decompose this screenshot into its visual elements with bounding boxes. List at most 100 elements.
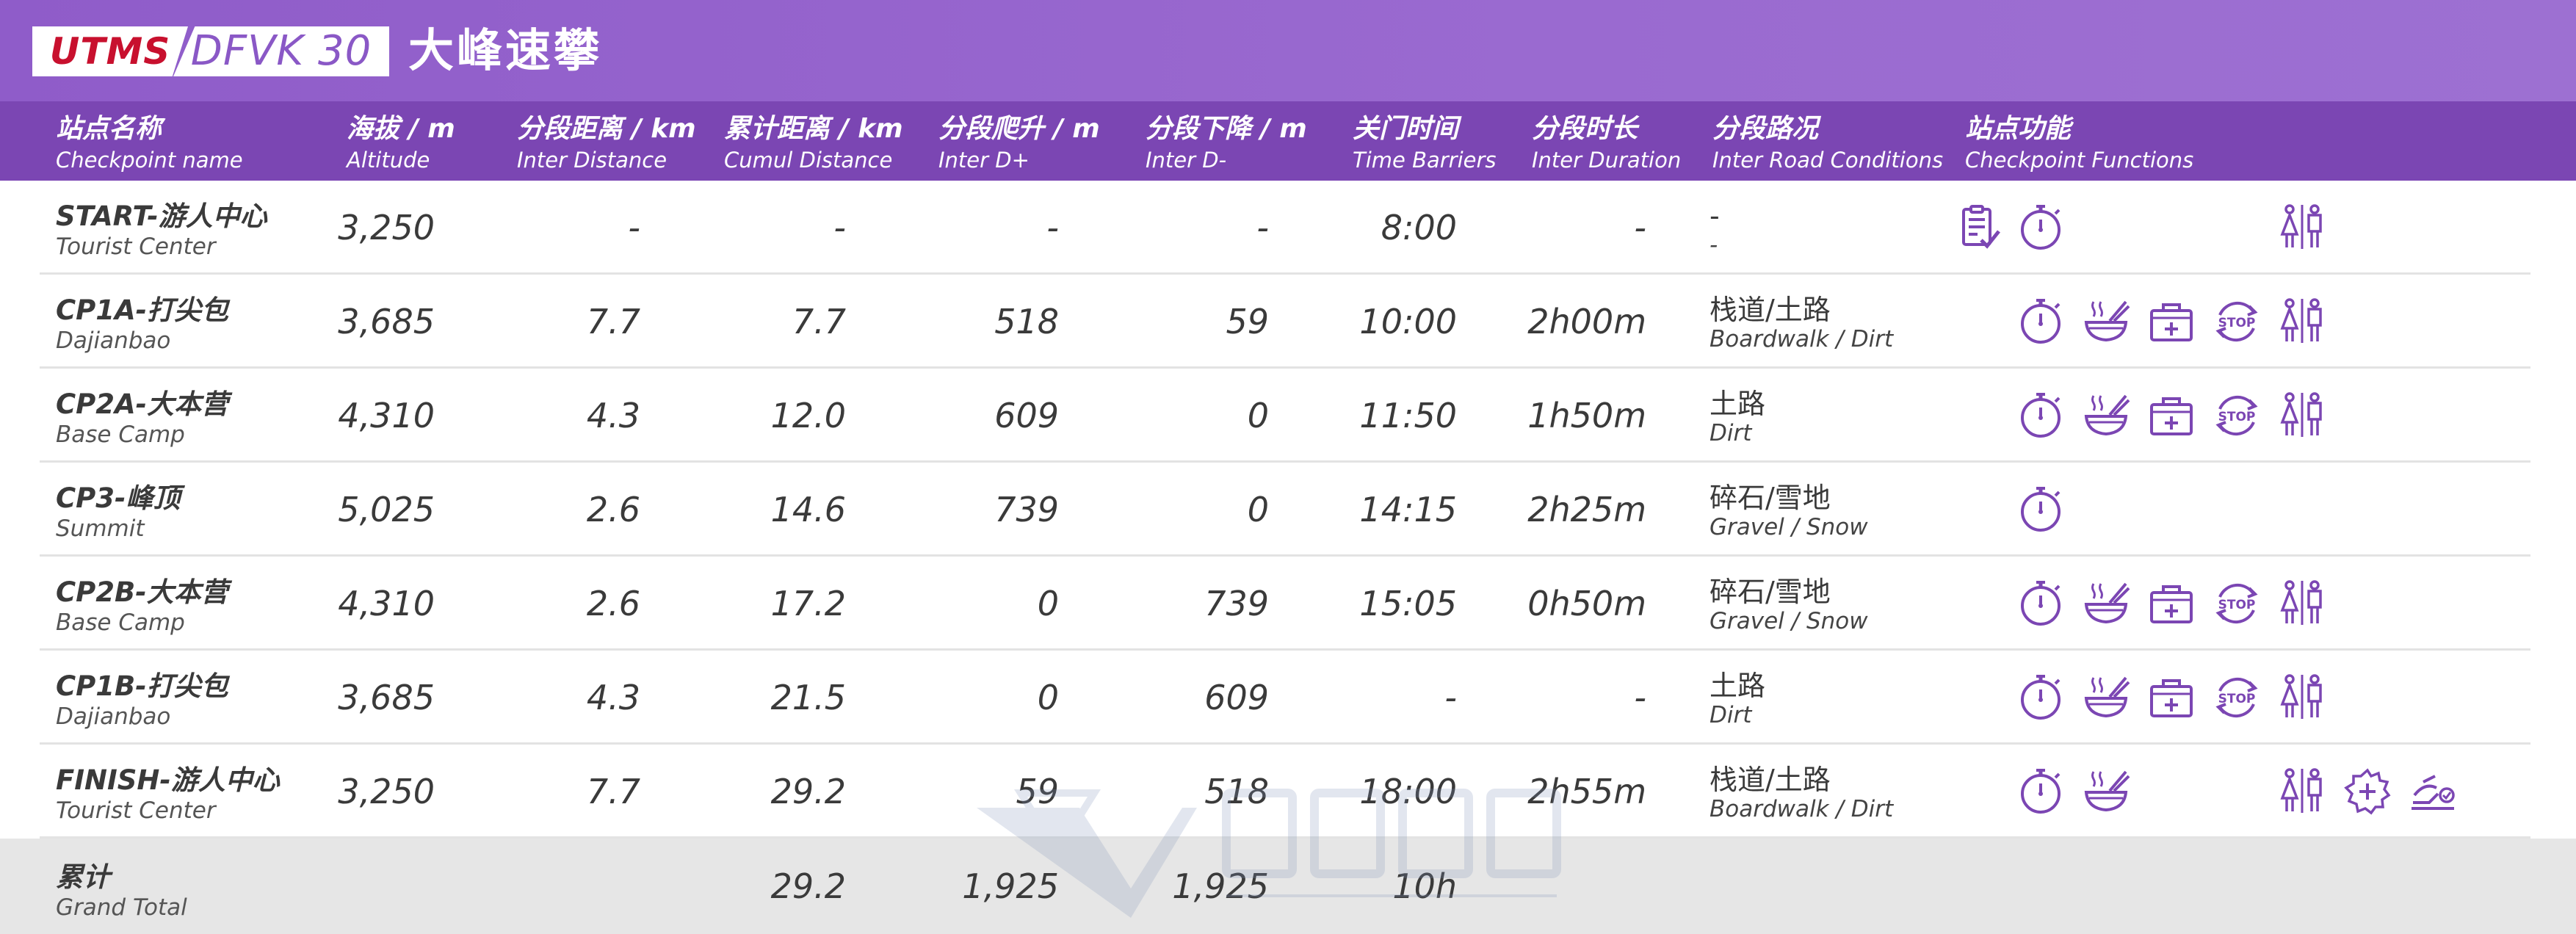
- road-condition-en: Gravel / Snow: [1710, 514, 1868, 540]
- altitude-value: 3,250: [338, 208, 435, 247]
- road-condition-cn: -: [1710, 200, 1720, 232]
- road-condition: 碎石/雪地 Gravel / Snow: [1710, 482, 1868, 540]
- total-time: 10h: [1392, 866, 1457, 906]
- table-row: CP1A-打尖包 Dajianbao 3,685 7.7 7.7 518 59 …: [0, 275, 2576, 369]
- checkpoint-name-cn: CP2B-大本营: [56, 576, 228, 608]
- checkpoint-name-en: Base Camp: [56, 609, 185, 636]
- header-inter-duration: 分段时长 Inter Duration: [1532, 112, 1681, 173]
- checkpoint-name-cn: CP3-峰顶: [56, 482, 181, 514]
- header-label-en: Cumul Distance: [724, 148, 893, 173]
- header-label-cn: 累计距离 / km: [724, 114, 903, 144]
- road-condition-cn: 土路: [1710, 388, 1766, 420]
- header-label-cn: 分段路况: [1712, 114, 1819, 144]
- header-label-en: Inter Distance: [517, 148, 667, 173]
- road-condition-en: Dirt: [1710, 420, 1752, 446]
- road-condition-cn: 土路: [1710, 670, 1766, 702]
- inter-d-minus-value: 59: [1226, 302, 1269, 341]
- stop-icon: STOP: [2211, 390, 2262, 441]
- food-icon: [2080, 672, 2132, 723]
- header-road-conditions: 分段路况 Inter Road Conditions: [1712, 112, 1943, 173]
- header-label-en: Inter Duration: [1532, 148, 1682, 173]
- table-row: CP2B-大本营 Base Camp 4,310 2.6 17.2 0 739 …: [0, 557, 2576, 651]
- inter-duration-value: 2h55m: [1527, 772, 1646, 811]
- finish-icon: [2407, 766, 2459, 817]
- table-row: CP2A-大本营 Base Camp 4,310 4.3 12.0 609 0 …: [0, 369, 2576, 463]
- toilet-icon: [2276, 578, 2328, 629]
- food-icon: [2080, 578, 2132, 629]
- header-checkpoint-name: 站点名称 Checkpoint name: [56, 112, 243, 173]
- header-label-en: Inter Road Conditions: [1712, 148, 1944, 173]
- inter-d-plus-value: 518: [994, 302, 1059, 341]
- grand-total-row: 累计 Grand Total 29.2 1,925 1,925 10h: [0, 839, 2576, 934]
- inter-distance-value: 7.7: [586, 302, 640, 341]
- inter-d-minus-value: 739: [1204, 584, 1269, 623]
- cumul-distance-value: 29.2: [770, 772, 846, 811]
- road-condition: 土路 Dirt: [1710, 388, 1765, 446]
- inter-distance-value: -: [628, 208, 640, 247]
- header-label-en: Time Barriers: [1353, 148, 1497, 173]
- inter-d-plus-value: 59: [1016, 772, 1059, 811]
- checkpoint-name: FINISH-游人中心 Tourist Center: [56, 764, 280, 824]
- svg-text:STOP: STOP: [2218, 316, 2256, 330]
- road-condition-en: Boardwalk / Dirt: [1710, 326, 1894, 352]
- road-condition: 土路 Dirt: [1710, 670, 1765, 728]
- road-condition-en: Gravel / Snow: [1710, 608, 1868, 634]
- stop-icon: STOP: [2211, 672, 2262, 723]
- table-row: START-游人中心 Tourist Center 3,250 - - - - …: [0, 181, 2576, 275]
- altitude-value: 3,685: [338, 678, 435, 717]
- time-barrier-value: 18:00: [1359, 772, 1457, 811]
- header-label-en: Altitude: [347, 148, 430, 173]
- checkpoint-name-cn: START-游人中心: [56, 200, 267, 232]
- road-condition-cn: 栈道/土路: [1710, 764, 1831, 796]
- checkpoint-name: CP2B-大本营 Base Camp: [56, 576, 228, 636]
- svg-text:STOP: STOP: [2218, 598, 2256, 612]
- timing-icon: [2015, 390, 2066, 441]
- header-inter-d-minus: 分段下降 / m Inter D-: [1146, 112, 1307, 173]
- total-d-plus: 1,925: [962, 866, 1059, 906]
- header-inter-d-plus: 分段爬升 / m Inter D+: [938, 112, 1100, 173]
- timing-icon: [2015, 672, 2066, 723]
- inter-d-plus-value: 0: [1037, 678, 1059, 717]
- cumul-distance-value: 12.0: [770, 396, 846, 435]
- inter-d-plus-value: 609: [994, 396, 1059, 435]
- altitude-value: 5,025: [338, 490, 435, 529]
- road-condition: - -: [1710, 200, 1720, 258]
- total-d-minus: 1,925: [1172, 866, 1269, 906]
- inter-duration-value: -: [1634, 678, 1646, 717]
- inter-d-minus-value: -: [1256, 208, 1269, 247]
- cumul-distance-value: 7.7: [792, 302, 846, 341]
- stop-icon: STOP: [2211, 296, 2262, 347]
- header-label-cn: 关门时间: [1353, 114, 1459, 144]
- altitude-value: 3,685: [338, 302, 435, 341]
- utms-logo: UTMS: [32, 26, 188, 76]
- grand-total-label-cn: 累计: [56, 861, 110, 893]
- race-title: 大峰速攀: [408, 23, 603, 77]
- checklist-icon: [1953, 202, 2005, 253]
- inter-distance-value: 4.3: [586, 678, 640, 717]
- header-label-cn: 海拔 / m: [347, 114, 455, 144]
- header-label-cn: 分段下降 / m: [1146, 114, 1307, 144]
- inter-distance-value: 2.6: [586, 584, 640, 623]
- road-condition: 碎石/雪地 Gravel / Snow: [1710, 576, 1868, 634]
- inter-duration-value: 1h50m: [1527, 396, 1646, 435]
- table-row: CP3-峰顶 Summit 5,025 2.6 14.6 739 0 14:15…: [0, 463, 2576, 557]
- timing-icon: [2015, 578, 2066, 629]
- inter-duration-value: 2h00m: [1527, 302, 1646, 341]
- checkpoint-name-en: Base Camp: [56, 421, 185, 448]
- time-barrier-value: 14:15: [1359, 490, 1457, 529]
- toilet-icon: [2276, 672, 2328, 723]
- medical-icon: [2146, 296, 2197, 347]
- inter-distance-value: 2.6: [586, 490, 640, 529]
- header-label-en: Checkpoint name: [56, 148, 243, 173]
- inter-duration-value: 0h50m: [1527, 584, 1646, 623]
- header-label-cn: 分段时长: [1532, 114, 1638, 144]
- grand-total-label-en: Grand Total: [56, 894, 187, 921]
- food-icon: [2080, 766, 2132, 817]
- inter-d-plus-value: 739: [994, 490, 1059, 529]
- inter-d-minus-value: 518: [1204, 772, 1269, 811]
- checkpoint-name-cn: FINISH-游人中心: [56, 764, 280, 796]
- header-cumul-distance: 累计距离 / km Cumul Distance: [724, 112, 903, 173]
- header-label-cn: 分段距离 / km: [517, 114, 696, 144]
- road-condition-cn: 栈道/土路: [1710, 294, 1831, 326]
- inter-duration-value: 2h25m: [1527, 490, 1646, 529]
